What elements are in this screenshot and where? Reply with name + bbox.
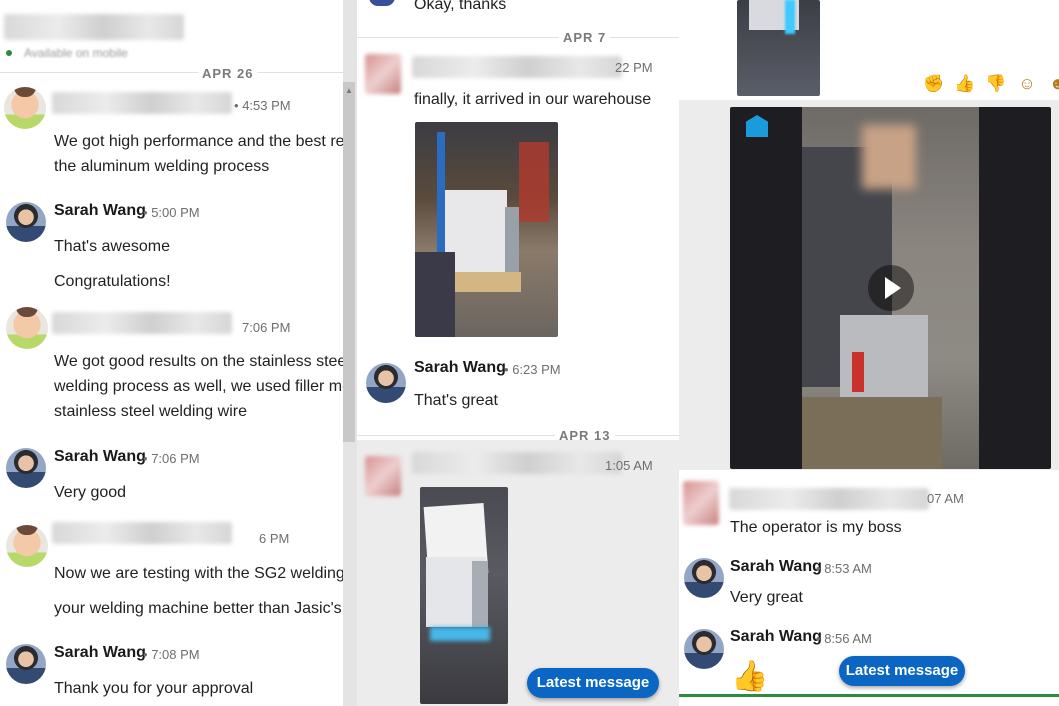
message-text: The operator is my boss: [730, 519, 902, 536]
sender-name[interactable]: Sarah Wang: [54, 202, 146, 220]
latest-message-button[interactable]: Latest message: [839, 656, 965, 686]
machine-photo[interactable]: [420, 487, 508, 704]
laugh-icon[interactable]: ☻: [1047, 73, 1059, 95]
message-text: the aluminum welding process: [54, 158, 270, 175]
message-text: Very good: [54, 484, 127, 501]
message-text: We got good results on the stainless ste…: [54, 353, 343, 370]
avatar[interactable]: [6, 525, 48, 567]
thumbs-down-icon[interactable]: 👎: [985, 73, 1007, 95]
sender-name[interactable]: Sarah Wang: [54, 644, 146, 662]
time-text: 7:06 PM: [151, 451, 200, 466]
avatar[interactable]: [6, 448, 46, 488]
latest-message-button[interactable]: Latest message: [527, 668, 659, 698]
message-text: Congratulations!: [54, 273, 171, 290]
thumbs-up-emoji: 👍: [731, 660, 769, 693]
message-time: • 8:53 AM: [816, 561, 872, 576]
message-time: 22 PM: [615, 60, 653, 75]
sender-name[interactable]: Sarah Wang: [730, 628, 822, 646]
online-dot-icon: [6, 50, 12, 56]
blurred-sender-name: [52, 92, 232, 114]
message-time: • 4:53 PM: [234, 98, 291, 113]
clap-emoji-button[interactable]: ✊: [923, 73, 945, 95]
blurred-sender-name: [729, 488, 929, 510]
avatar[interactable]: [366, 363, 406, 403]
time-separator: •: [816, 631, 821, 646]
sender-name[interactable]: Sarah Wang: [54, 448, 146, 466]
message-text: your welding machine better than Jasic's: [54, 600, 342, 617]
message-time: 7:06 PM: [242, 320, 291, 335]
avatar[interactable]: [369, 0, 395, 6]
avatar[interactable]: [684, 558, 724, 598]
thumbs-up-icon[interactable]: 👍: [954, 73, 976, 95]
message-text: We got high performance and the best res…: [54, 133, 343, 150]
time-separator: •: [816, 561, 821, 576]
time-text: 5:00 PM: [151, 205, 200, 220]
message-time: • 5:00 PM: [143, 205, 200, 220]
sender-name[interactable]: Sarah Wang: [414, 359, 506, 377]
blurred-sender-name: [52, 312, 232, 334]
time-text: 7:08 PM: [151, 647, 200, 662]
message-text: welding process as well, we used filler …: [54, 378, 343, 395]
time-text: 4:53 PM: [242, 98, 291, 113]
message-text: That's great: [414, 392, 498, 409]
time-text: 8:56 AM: [824, 631, 872, 646]
date-separator: APR 26: [198, 66, 258, 81]
message-text: finally, it arrived in our warehouse: [414, 91, 652, 108]
time-separator: •: [143, 647, 148, 662]
message-text: stainless steel welding wire: [54, 403, 247, 420]
message-time: 1:05 AM: [605, 458, 653, 473]
avatar[interactable]: [6, 307, 48, 349]
blurred-sender-name: [52, 522, 232, 544]
message-text: Thank you for your approval: [54, 680, 254, 697]
machine-photo[interactable]: [737, 0, 820, 96]
blurred-contact-name: [4, 14, 184, 40]
time-text: 8:53 AM: [824, 561, 872, 576]
message-time: • 6:23 PM: [504, 362, 561, 377]
sender-name[interactable]: Sarah Wang: [730, 558, 822, 576]
compose-focus-line: [679, 694, 1059, 697]
scrollbar-thumb[interactable]: [343, 82, 355, 442]
conversation-panel-left: Available on mobile APR 26 • 4:53 PM We …: [0, 0, 343, 706]
message-time: • 8:56 AM: [816, 631, 872, 646]
blurred-sender-name: [412, 452, 622, 474]
time-text: 6:23 PM: [512, 362, 561, 377]
message-time: • 7:08 PM: [143, 647, 200, 662]
time-separator: •: [234, 98, 239, 113]
blurred-sender-name: [412, 56, 622, 78]
avatar[interactable]: [684, 629, 724, 669]
smile-icon[interactable]: ☺: [1016, 73, 1038, 95]
date-separator: APR 7: [559, 30, 611, 45]
download-icon[interactable]: [746, 115, 768, 137]
time-separator: •: [143, 451, 148, 466]
message-time: • 7:06 PM: [143, 451, 200, 466]
avatar[interactable]: [365, 54, 401, 94]
play-icon[interactable]: [868, 265, 914, 311]
message-time: 07 AM: [927, 491, 964, 506]
avatar[interactable]: [365, 456, 401, 496]
message-text: Now we are testing with the SG2 welding …: [54, 565, 343, 582]
conversation-panel-right: ✊ 👍 👎 ☺ ☻ 07 AM The operator is my boss …: [679, 0, 1059, 706]
avatar[interactable]: [6, 644, 46, 684]
scroll-up-icon[interactable]: ▲: [345, 86, 353, 95]
video-message[interactable]: [730, 107, 1051, 469]
time-separator: •: [504, 362, 509, 377]
time-separator: •: [143, 205, 148, 220]
message-text: Very great: [730, 589, 803, 606]
avatar[interactable]: [4, 87, 46, 129]
availability-status: Available on mobile: [24, 46, 128, 60]
message-time: 6 PM: [259, 531, 290, 546]
avatar[interactable]: [683, 481, 719, 525]
warehouse-photo[interactable]: [415, 122, 558, 337]
message-text: That's awesome: [54, 238, 170, 255]
conversation-panel-middle: Okay, thanks APR 7 22 PM finally, it arr…: [357, 0, 679, 706]
message-hover-background: [357, 440, 679, 706]
message-text: Okay, thanks: [414, 0, 507, 13]
avatar[interactable]: [6, 202, 46, 242]
